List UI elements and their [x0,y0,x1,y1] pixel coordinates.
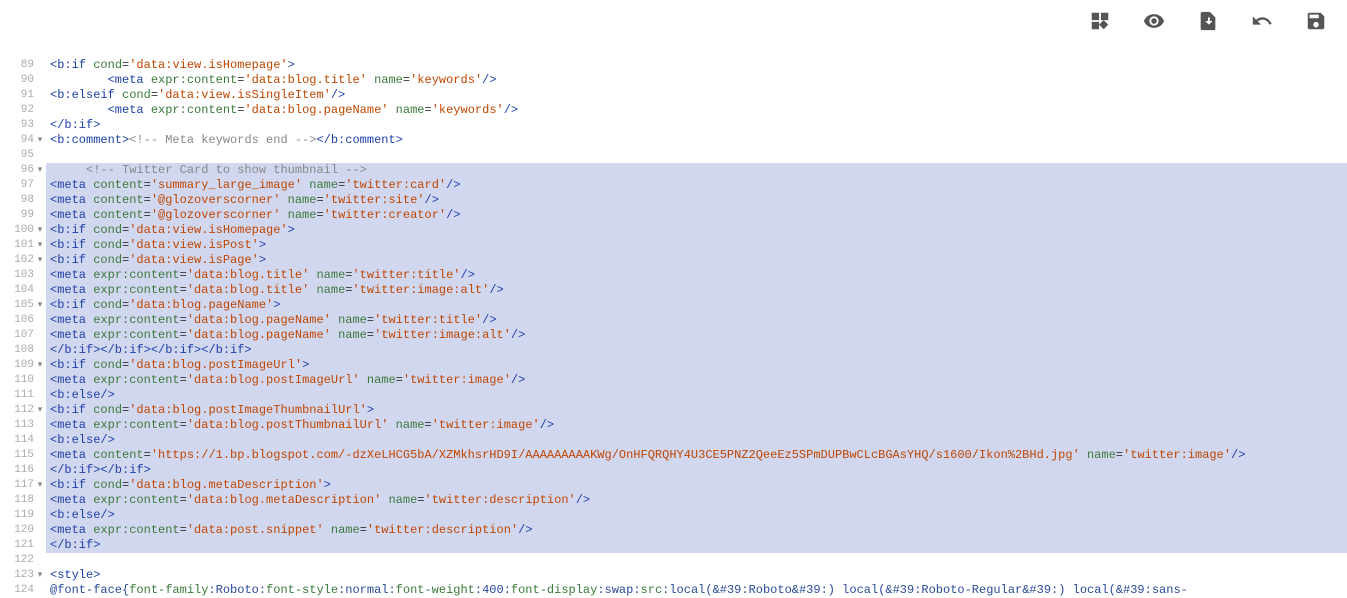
save-icon[interactable] [1305,10,1327,36]
code-line[interactable]: <meta expr:content='data:blog.pageName' … [46,313,1347,328]
fold-marker-icon[interactable]: ▾ [35,253,45,268]
code-line[interactable]: <meta expr:content='data:post.snippet' n… [46,523,1347,538]
line-number: 92 [0,103,40,118]
line-number-gutter: 899091929394▾9596▾979899100▾101▾102▾1031… [0,58,46,591]
code-line[interactable]: <meta expr:content='data:blog.title' nam… [46,73,1347,88]
line-number: 110 [0,373,40,388]
line-number: 109▾ [0,358,40,373]
line-number: 98 [0,193,40,208]
code-line[interactable]: <meta expr:content='data:blog.title' nam… [46,268,1347,283]
code-line[interactable]: <b:else/> [46,388,1347,403]
code-line[interactable]: <b:if cond='data:view.isPost'> [46,238,1347,253]
code-line[interactable]: <b:if cond='data:blog.postImageUrl'> [46,358,1347,373]
line-number: 107 [0,328,40,343]
code-line[interactable]: </b:if></b:if> [46,463,1347,478]
line-number: 94▾ [0,133,40,148]
line-number: 112▾ [0,403,40,418]
code-line[interactable]: <meta content='@glozoverscorner' name='t… [46,193,1347,208]
code-area[interactable]: <b:if cond='data:view.isHomepage'> <meta… [46,58,1347,591]
line-number: 108 [0,343,40,358]
line-number: 101▾ [0,238,40,253]
code-line[interactable] [46,553,1347,568]
fold-marker-icon[interactable]: ▾ [35,568,45,583]
line-number: 119 [0,508,40,523]
toolbar [1089,10,1327,36]
line-number: 123▾ [0,568,40,583]
line-number: 111 [0,388,40,403]
line-number: 118 [0,493,40,508]
code-line[interactable] [46,148,1347,163]
line-number: 96▾ [0,163,40,178]
line-number: 103 [0,268,40,283]
line-number: 106 [0,313,40,328]
line-number: 114 [0,433,40,448]
line-number: 116 [0,463,40,478]
code-line[interactable]: <b:if cond='data:blog.postImageThumbnail… [46,403,1347,418]
fold-marker-icon[interactable]: ▾ [35,163,45,178]
line-number: 89 [0,58,40,73]
code-line[interactable]: </b:if> [46,538,1347,553]
code-line[interactable]: <b:if cond='data:view.isHomepage'> [46,223,1347,238]
code-line[interactable]: <b:else/> [46,433,1347,448]
line-number: 120 [0,523,40,538]
code-line[interactable]: <!-- Twitter Card to show thumbnail --> [46,163,1347,178]
line-number: 115 [0,448,40,463]
code-line[interactable]: <b:else/> [46,508,1347,523]
code-line[interactable]: <b:if cond='data:view.isPage'> [46,253,1347,268]
code-line[interactable]: <meta content='summary_large_image' name… [46,178,1347,193]
code-line[interactable]: <meta expr:content='data:blog.title' nam… [46,283,1347,298]
code-line[interactable]: </b:if></b:if></b:if></b:if> [46,343,1347,358]
fold-marker-icon[interactable]: ▾ [35,358,45,373]
code-editor[interactable]: 899091929394▾9596▾979899100▾101▾102▾1031… [0,58,1347,591]
line-number: 113 [0,418,40,433]
code-line[interactable]: <style> [46,568,1347,583]
code-line[interactable]: <meta content='@glozoverscorner' name='t… [46,208,1347,223]
line-number: 97 [0,178,40,193]
code-line[interactable]: <meta expr:content='data:blog.pageName' … [46,103,1347,118]
undo-icon[interactable] [1251,10,1273,36]
line-number: 91 [0,88,40,103]
line-number: 121 [0,538,40,553]
code-line[interactable]: <meta expr:content='data:blog.postImageU… [46,373,1347,388]
code-line[interactable]: <meta content='https://1.bp.blogspot.com… [46,448,1347,463]
fold-marker-icon[interactable]: ▾ [35,478,45,493]
line-number: 100▾ [0,223,40,238]
code-line[interactable]: <b:comment><!-- Meta keywords end --></b… [46,133,1347,148]
fold-marker-icon[interactable]: ▾ [35,223,45,238]
fold-marker-icon[interactable]: ▾ [35,238,45,253]
line-number: 105▾ [0,298,40,313]
code-line[interactable]: <meta expr:content='data:blog.postThumbn… [46,418,1347,433]
line-number: 90 [0,73,40,88]
line-number: 117▾ [0,478,40,493]
code-line[interactable]: </b:if> [46,118,1347,133]
revert-icon[interactable] [1197,10,1219,36]
line-number: 99 [0,208,40,223]
fold-marker-icon[interactable]: ▾ [35,298,45,313]
line-number: 122 [0,553,40,568]
code-line[interactable]: <b:elseif cond='data:view.isSingleItem'/… [46,88,1347,103]
fold-marker-icon[interactable]: ▾ [35,403,45,418]
code-line[interactable]: <b:if cond='data:blog.metaDescription'> [46,478,1347,493]
line-number: 95 [0,148,40,163]
line-number: 104 [0,283,40,298]
fold-marker-icon[interactable]: ▾ [35,133,45,148]
line-number: 93 [0,118,40,133]
code-line[interactable]: <b:if cond='data:blog.pageName'> [46,298,1347,313]
code-line[interactable]: <meta expr:content='data:blog.pageName' … [46,328,1347,343]
line-number: 102▾ [0,253,40,268]
code-line[interactable]: <b:if cond='data:view.isHomepage'> [46,58,1347,73]
widgets-icon[interactable] [1089,10,1111,36]
code-line[interactable]: <meta expr:content='data:blog.metaDescri… [46,493,1347,508]
preview-icon[interactable] [1143,10,1165,36]
